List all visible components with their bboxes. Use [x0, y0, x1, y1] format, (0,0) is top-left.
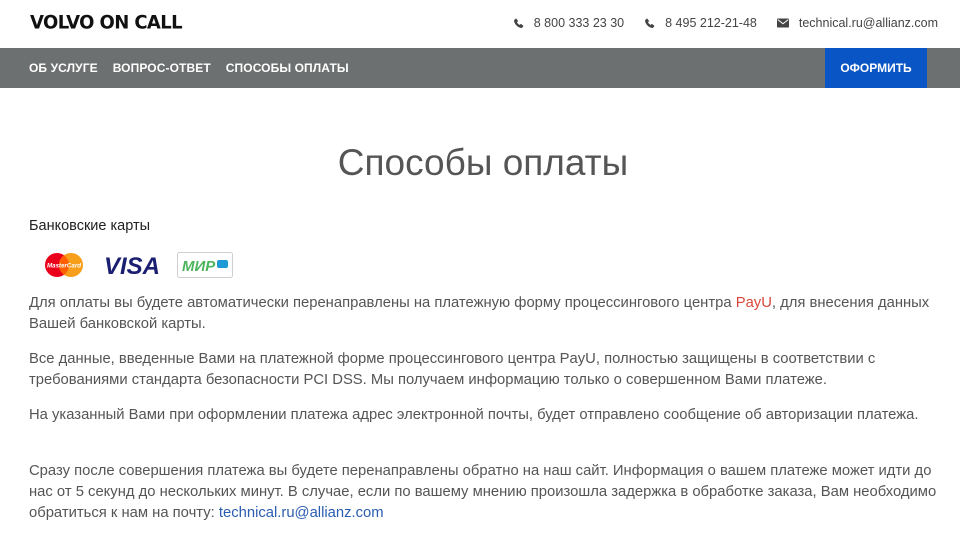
paragraph-after-payment-text: Сразу после совершения платежа вы будете…	[29, 463, 937, 521]
contact-bar: 8 800 333 23 30 8 495 212-21-48 technica…	[493, 16, 938, 30]
paragraph-email-notice: На указанный Вами при оформлении платежа…	[29, 407, 919, 423]
mir-logo-icon: МИР	[177, 252, 233, 278]
email-address: technical.ru@allianz.com	[798, 16, 938, 30]
paragraph-redirect-text-start: Для оплаты вы будете автоматически перен…	[29, 295, 736, 311]
phone-number-1: 8 800 333 23 30	[533, 16, 625, 30]
contact-phone-1[interactable]: 8 800 333 23 30	[513, 16, 624, 30]
paragraph-redirect: Для оплаты вы будете автоматически перен…	[29, 293, 939, 335]
nav-item-payment-methods[interactable]: СПОСОБЫ ОПЛАТЫ	[226, 61, 349, 75]
support-email-link[interactable]: technical.ru@allianz.com	[219, 505, 384, 521]
mastercard-logo-icon: MasterCard	[45, 253, 83, 277]
brand-logo[interactable]: VOLVO ON CALL	[30, 11, 183, 33]
paragraph-after-payment: Сразу после совершения платежа вы будете…	[29, 461, 939, 524]
mastercard-wordmark: MasterCard	[47, 263, 81, 270]
order-button[interactable]: ОФОРМИТЬ	[825, 48, 927, 88]
nav-list: ОБ УСЛУГЕ ВОПРОС-ОТВЕТ СПОСОБЫ ОПЛАТЫ	[29, 48, 364, 88]
bank-cards-label: Банковские карты	[29, 218, 151, 234]
payu-link[interactable]: PayU	[736, 295, 772, 311]
contact-phone-2[interactable]: 8 495 212-21-48	[644, 16, 757, 30]
visa-logo-icon: VISA	[104, 253, 160, 277]
main-nav: ОБ УСЛУГЕ ВОПРОС-ОТВЕТ СПОСОБЫ ОПЛАТЫ	[0, 48, 960, 88]
page-title: Способы оплаты	[337, 142, 629, 183]
mir-wordmark: МИР	[182, 258, 216, 275]
contact-email[interactable]: technical.ru@allianz.com	[776, 16, 938, 30]
nav-item-faq[interactable]: ВОПРОС-ОТВЕТ	[113, 61, 211, 75]
phone-icon	[513, 18, 524, 28]
phone-number-2: 8 495 212-21-48	[665, 16, 757, 30]
phone-icon	[645, 18, 655, 28]
top-header: VOLVO ON CALL 8 800 333 23 30 8 495 212-…	[0, 0, 960, 48]
visa-wordmark: VISA	[104, 253, 160, 277]
envelope-icon	[776, 18, 789, 28]
paragraph-security: Все данные, введенные Вами на платежной …	[29, 351, 876, 388]
nav-item-about[interactable]: ОБ УСЛУГЕ	[29, 61, 98, 75]
